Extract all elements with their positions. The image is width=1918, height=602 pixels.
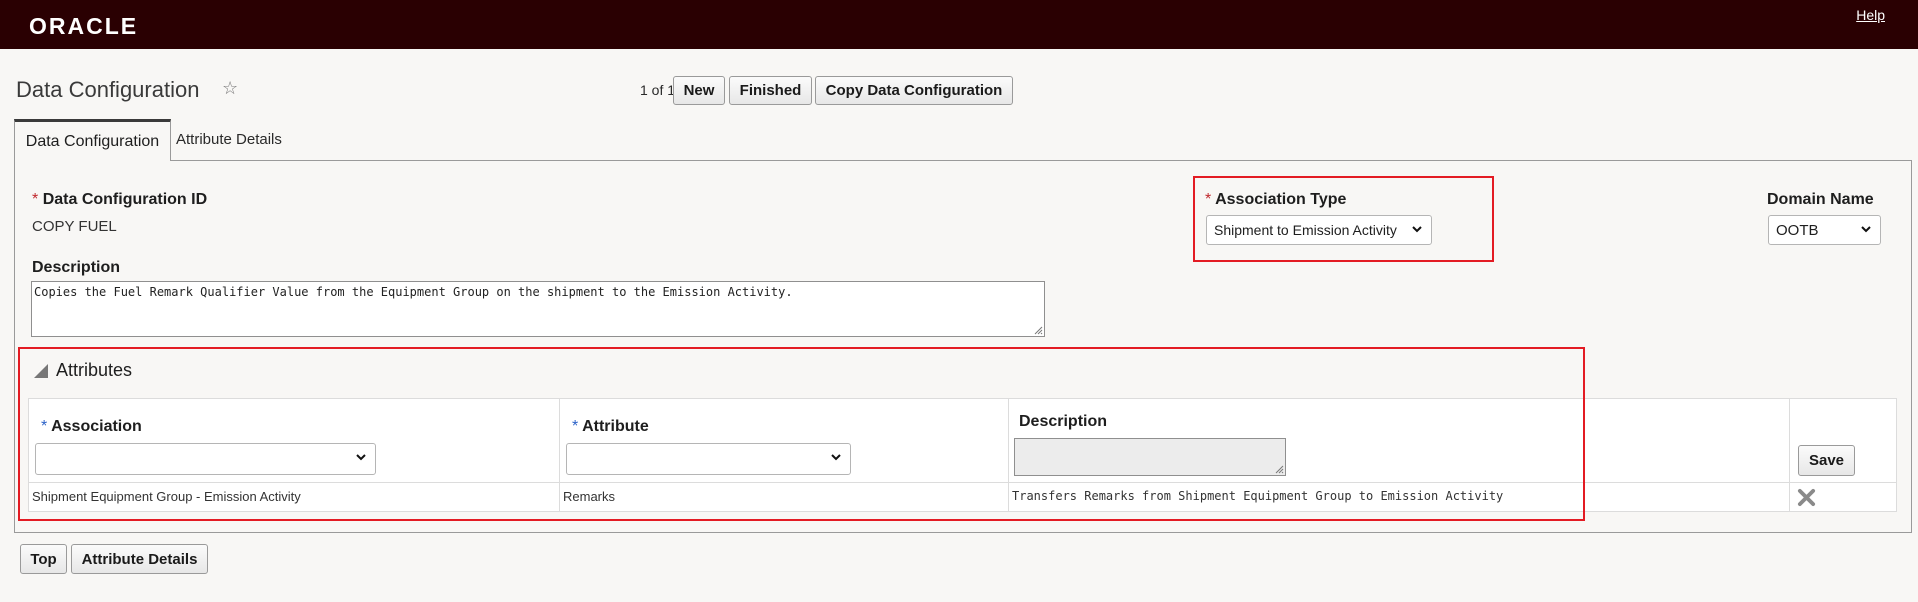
finished-button[interactable]: Finished [729, 76, 812, 105]
row-association: Shipment Equipment Group - Emission Acti… [28, 482, 560, 512]
new-button[interactable]: New [673, 76, 725, 105]
required-marker: * [41, 418, 48, 435]
association-select[interactable] [35, 443, 376, 475]
description-column-header: Description [1019, 413, 1108, 430]
attribute-column-header: * Attribute [572, 418, 649, 435]
chevron-down-icon [1412, 226, 1422, 233]
record-pager: 1 of 1 [640, 82, 676, 98]
row-description: Transfers Remarks from Shipment Equipmen… [1008, 482, 1790, 512]
description-textarea[interactable]: Copies the Fuel Remark Qualifier Value f… [31, 281, 1045, 337]
copy-data-configuration-button[interactable]: Copy Data Configuration [815, 76, 1013, 105]
tab-data-configuration[interactable]: Data Configuration [14, 119, 171, 161]
domain-name-select[interactable]: OOTB [1768, 215, 1881, 245]
attribute-entry-cell: * Attribute [559, 398, 1009, 483]
attribute-description-textarea[interactable] [1014, 438, 1286, 476]
attributes-entry-row: * Association * Attribute Description Sa… [28, 398, 1897, 483]
attribute-select[interactable] [566, 443, 851, 475]
tab-attribute-details[interactable]: Attribute Details [176, 131, 282, 148]
required-marker: * [1205, 191, 1212, 208]
top-header-bar: ORACLE Help [0, 0, 1918, 49]
save-button[interactable]: Save [1798, 445, 1855, 476]
association-type-select[interactable]: Shipment to Emission Activity [1206, 215, 1432, 245]
required-marker: * [572, 418, 579, 435]
domain-name-label: Domain Name [1767, 191, 1874, 208]
chevron-down-icon [356, 454, 366, 461]
association-entry-cell: * Association [28, 398, 560, 483]
config-id-label: * Data Configuration ID [32, 191, 208, 208]
delete-x-icon[interactable] [1797, 488, 1816, 507]
resize-grip-icon[interactable] [1033, 325, 1043, 335]
required-marker: * [32, 191, 39, 208]
help-link[interactable]: Help [1856, 7, 1885, 23]
association-type-label: * Association Type [1205, 191, 1347, 208]
attribute-details-button[interactable]: Attribute Details [71, 544, 208, 574]
config-id-value: COPY FUEL [32, 218, 117, 235]
save-cell: Save [1789, 398, 1897, 483]
row-attribute: Remarks [559, 482, 1009, 512]
description-label: Description [32, 259, 121, 276]
page-title: Data Configuration [16, 77, 200, 102]
resize-grip-icon[interactable] [1274, 464, 1284, 474]
description-text: Copies the Fuel Remark Qualifier Value f… [34, 285, 793, 299]
attributes-table: * Association * Attribute Description Sa… [28, 398, 1897, 512]
attributes-section-title: Attributes [56, 360, 133, 380]
collapse-triangle-icon[interactable] [34, 364, 48, 378]
chevron-down-icon [831, 454, 841, 461]
chevron-down-icon [1861, 226, 1871, 233]
row-delete-cell [1789, 482, 1897, 512]
favorite-star-icon[interactable]: ☆ [222, 78, 238, 99]
association-column-header: * Association [41, 418, 142, 435]
top-button[interactable]: Top [20, 544, 67, 574]
description-entry-cell: Description [1008, 398, 1790, 483]
table-row: Shipment Equipment Group - Emission Acti… [28, 482, 1897, 512]
oracle-logo: ORACLE [29, 13, 139, 39]
